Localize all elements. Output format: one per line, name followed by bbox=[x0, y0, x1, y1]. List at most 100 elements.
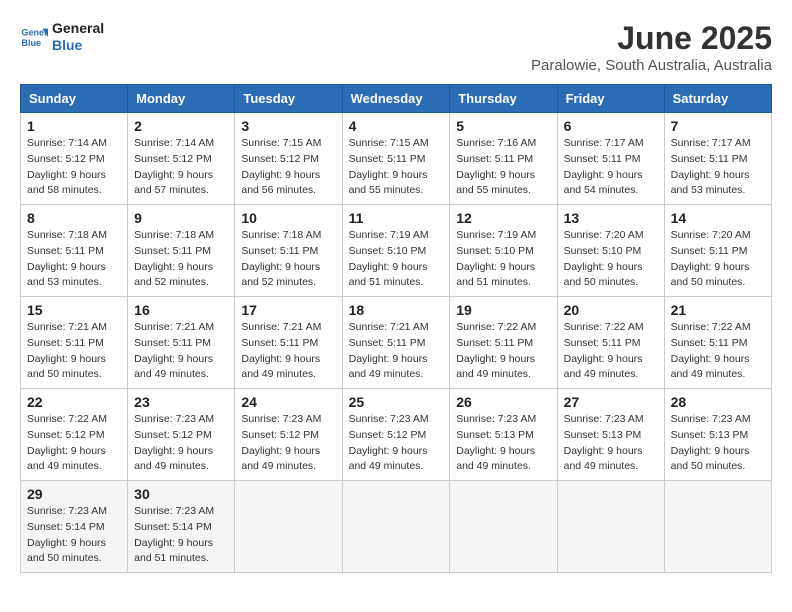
day-info: Sunrise: 7:15 AMSunset: 5:12 PMDaylight:… bbox=[241, 136, 335, 199]
calendar-cell: 9 Sunrise: 7:18 AMSunset: 5:11 PMDaylight… bbox=[128, 205, 235, 297]
day-info: Sunrise: 7:21 AMSunset: 5:11 PMDaylight:… bbox=[349, 320, 444, 383]
calendar-week-row: 22 Sunrise: 7:22 AMSunset: 5:12 PMDayligh… bbox=[21, 389, 772, 481]
day-number: 14 bbox=[671, 210, 765, 226]
calendar-cell: 1 Sunrise: 7:14 AMSunset: 5:12 PMDaylight… bbox=[21, 113, 128, 205]
day-number: 7 bbox=[671, 118, 765, 134]
day-number: 1 bbox=[27, 118, 121, 134]
day-number: 12 bbox=[456, 210, 550, 226]
logo: General Blue General Blue bbox=[20, 20, 104, 54]
day-info: Sunrise: 7:15 AMSunset: 5:11 PMDaylight:… bbox=[349, 136, 444, 199]
calendar-cell bbox=[557, 481, 664, 573]
day-number: 21 bbox=[671, 302, 765, 318]
day-number: 18 bbox=[349, 302, 444, 318]
calendar-cell: 18 Sunrise: 7:21 AMSunset: 5:11 PMDayligh… bbox=[342, 297, 450, 389]
day-info: Sunrise: 7:23 AMSunset: 5:12 PMDaylight:… bbox=[134, 412, 228, 475]
day-info: Sunrise: 7:18 AMSunset: 5:11 PMDaylight:… bbox=[134, 228, 228, 291]
calendar-cell: 14 Sunrise: 7:20 AMSunset: 5:11 PMDayligh… bbox=[664, 205, 771, 297]
calendar-cell: 24Sunrise: 7:23 AMSunset: 5:12 PMDayligh… bbox=[235, 389, 342, 481]
day-number: 17 bbox=[241, 302, 335, 318]
calendar-cell: 5Sunrise: 7:16 AMSunset: 5:11 PMDaylight… bbox=[450, 113, 557, 205]
calendar-cell: 16 Sunrise: 7:21 AMSunset: 5:11 PMDayligh… bbox=[128, 297, 235, 389]
day-number: 30 bbox=[134, 486, 228, 502]
day-info: Sunrise: 7:23 AMSunset: 5:12 PMDaylight:… bbox=[349, 412, 444, 475]
day-info: Sunrise: 7:23 AMSunset: 5:14 PMDaylight:… bbox=[27, 504, 121, 567]
day-info: Sunrise: 7:20 AMSunset: 5:10 PMDaylight:… bbox=[564, 228, 658, 291]
day-number: 13 bbox=[564, 210, 658, 226]
calendar-week-row: 1 Sunrise: 7:14 AMSunset: 5:12 PMDaylight… bbox=[21, 113, 772, 205]
svg-text:Blue: Blue bbox=[21, 38, 41, 48]
calendar-header-saturday: Saturday bbox=[664, 85, 771, 113]
header: General Blue General Blue June 2025 Para… bbox=[20, 20, 772, 74]
logo-icon: General Blue bbox=[20, 23, 48, 51]
day-info: Sunrise: 7:20 AMSunset: 5:11 PMDaylight:… bbox=[671, 228, 765, 291]
day-number: 6 bbox=[564, 118, 658, 134]
day-info: Sunrise: 7:22 AMSunset: 5:12 PMDaylight:… bbox=[27, 412, 121, 475]
calendar-cell: 25Sunrise: 7:23 AMSunset: 5:12 PMDayligh… bbox=[342, 389, 450, 481]
calendar-cell: 26 Sunrise: 7:23 AMSunset: 5:13 PMDayligh… bbox=[450, 389, 557, 481]
calendar-header-wednesday: Wednesday bbox=[342, 85, 450, 113]
day-number: 10 bbox=[241, 210, 335, 226]
day-number: 11 bbox=[349, 210, 444, 226]
calendar-cell: 15 Sunrise: 7:21 AMSunset: 5:11 PMDayligh… bbox=[21, 297, 128, 389]
day-info: Sunrise: 7:14 AMSunset: 5:12 PMDaylight:… bbox=[134, 136, 228, 199]
calendar-cell bbox=[664, 481, 771, 573]
day-number: 16 bbox=[134, 302, 228, 318]
logo-text-general: General bbox=[52, 20, 104, 37]
location-subtitle: Paralowie, South Australia, Australia bbox=[531, 57, 772, 74]
day-info: Sunrise: 7:22 AMSunset: 5:11 PMDaylight:… bbox=[456, 320, 550, 383]
day-info: Sunrise: 7:18 AMSunset: 5:11 PMDaylight:… bbox=[27, 228, 121, 291]
calendar-cell: 28Sunrise: 7:23 AMSunset: 5:13 PMDayligh… bbox=[664, 389, 771, 481]
day-number: 8 bbox=[27, 210, 121, 226]
logo-text-blue: Blue bbox=[52, 37, 104, 54]
day-info: Sunrise: 7:23 AMSunset: 5:13 PMDaylight:… bbox=[671, 412, 765, 475]
day-number: 9 bbox=[134, 210, 228, 226]
calendar-cell: 13 Sunrise: 7:20 AMSunset: 5:10 PMDayligh… bbox=[557, 205, 664, 297]
calendar-cell: 4Sunrise: 7:15 AMSunset: 5:11 PMDaylight… bbox=[342, 113, 450, 205]
calendar-cell: 20 Sunrise: 7:22 AMSunset: 5:11 PMDayligh… bbox=[557, 297, 664, 389]
day-info: Sunrise: 7:23 AMSunset: 5:14 PMDaylight:… bbox=[134, 504, 228, 567]
day-info: Sunrise: 7:17 AMSunset: 5:11 PMDaylight:… bbox=[671, 136, 765, 199]
day-number: 26 bbox=[456, 394, 550, 410]
calendar-header-friday: Friday bbox=[557, 85, 664, 113]
day-number: 20 bbox=[564, 302, 658, 318]
calendar-header-sunday: Sunday bbox=[21, 85, 128, 113]
calendar-cell: 10 Sunrise: 7:18 AMSunset: 5:11 PMDayligh… bbox=[235, 205, 342, 297]
day-info: Sunrise: 7:22 AMSunset: 5:11 PMDaylight:… bbox=[671, 320, 765, 383]
day-info: Sunrise: 7:19 AMSunset: 5:10 PMDaylight:… bbox=[349, 228, 444, 291]
calendar-cell: 7 Sunrise: 7:17 AMSunset: 5:11 PMDaylight… bbox=[664, 113, 771, 205]
day-number: 27 bbox=[564, 394, 658, 410]
day-info: Sunrise: 7:17 AMSunset: 5:11 PMDaylight:… bbox=[564, 136, 658, 199]
calendar-cell bbox=[235, 481, 342, 573]
calendar-cell bbox=[450, 481, 557, 573]
calendar-week-row: 8 Sunrise: 7:18 AMSunset: 5:11 PMDaylight… bbox=[21, 205, 772, 297]
calendar-cell bbox=[342, 481, 450, 573]
calendar-header-thursday: Thursday bbox=[450, 85, 557, 113]
day-info: Sunrise: 7:19 AMSunset: 5:10 PMDaylight:… bbox=[456, 228, 550, 291]
day-number: 2 bbox=[134, 118, 228, 134]
calendar-cell: 27 Sunrise: 7:23 AMSunset: 5:13 PMDayligh… bbox=[557, 389, 664, 481]
day-info: Sunrise: 7:23 AMSunset: 5:13 PMDaylight:… bbox=[564, 412, 658, 475]
calendar-cell: 21 Sunrise: 7:22 AMSunset: 5:11 PMDayligh… bbox=[664, 297, 771, 389]
day-info: Sunrise: 7:21 AMSunset: 5:11 PMDaylight:… bbox=[27, 320, 121, 383]
calendar-body: 1 Sunrise: 7:14 AMSunset: 5:12 PMDaylight… bbox=[21, 113, 772, 573]
day-info: Sunrise: 7:18 AMSunset: 5:11 PMDaylight:… bbox=[241, 228, 335, 291]
day-info: Sunrise: 7:22 AMSunset: 5:11 PMDaylight:… bbox=[564, 320, 658, 383]
day-info: Sunrise: 7:23 AMSunset: 5:12 PMDaylight:… bbox=[241, 412, 335, 475]
day-number: 22 bbox=[27, 394, 121, 410]
calendar-cell: 12 Sunrise: 7:19 AMSunset: 5:10 PMDayligh… bbox=[450, 205, 557, 297]
day-info: Sunrise: 7:21 AMSunset: 5:11 PMDaylight:… bbox=[134, 320, 228, 383]
calendar-cell: 29Sunrise: 7:23 AMSunset: 5:14 PMDayligh… bbox=[21, 481, 128, 573]
calendar-cell: 8 Sunrise: 7:18 AMSunset: 5:11 PMDaylight… bbox=[21, 205, 128, 297]
day-info: Sunrise: 7:23 AMSunset: 5:13 PMDaylight:… bbox=[456, 412, 550, 475]
calendar-cell: 30 Sunrise: 7:23 AMSunset: 5:14 PMDayligh… bbox=[128, 481, 235, 573]
calendar-header-tuesday: Tuesday bbox=[235, 85, 342, 113]
calendar-cell: 3Sunrise: 7:15 AMSunset: 5:12 PMDaylight… bbox=[235, 113, 342, 205]
day-number: 19 bbox=[456, 302, 550, 318]
title-block: June 2025 Paralowie, South Australia, Au… bbox=[531, 20, 772, 74]
calendar-cell: 19 Sunrise: 7:22 AMSunset: 5:11 PMDayligh… bbox=[450, 297, 557, 389]
day-info: Sunrise: 7:21 AMSunset: 5:11 PMDaylight:… bbox=[241, 320, 335, 383]
day-number: 5 bbox=[456, 118, 550, 134]
day-number: 15 bbox=[27, 302, 121, 318]
calendar-cell: 17 Sunrise: 7:21 AMSunset: 5:11 PMDayligh… bbox=[235, 297, 342, 389]
day-info: Sunrise: 7:14 AMSunset: 5:12 PMDaylight:… bbox=[27, 136, 121, 199]
